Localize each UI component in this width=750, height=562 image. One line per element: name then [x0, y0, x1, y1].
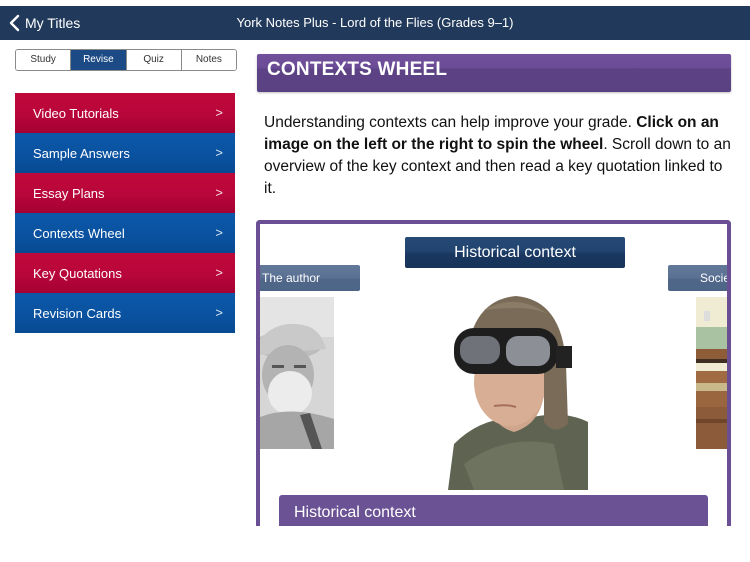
menu-item-contexts-wheel[interactable]: Contexts Wheel > — [15, 213, 235, 253]
menu-item-label: Key Quotations — [33, 265, 122, 281]
chevron-right-icon: > — [215, 265, 223, 280]
menu-item-label: Essay Plans — [33, 185, 105, 201]
society-context-image[interactable] — [696, 297, 727, 449]
section-segmented-control: Study Revise Quiz Notes — [15, 49, 237, 71]
section-heading: CONTEXTS WHEEL — [267, 59, 448, 80]
classroom-illustration — [696, 297, 727, 449]
menu-item-label: Revision Cards — [33, 305, 122, 321]
tab-quiz[interactable]: Quiz — [126, 50, 182, 70]
navigation-bar: My Titles York Notes Plus - Lord of the … — [0, 6, 750, 40]
author-portrait-image[interactable] — [260, 297, 334, 449]
chevron-right-icon: > — [215, 145, 223, 160]
menu-item-key-quotations[interactable]: Key Quotations > — [15, 253, 235, 293]
contexts-wheel: Historical context The author Society — [256, 220, 731, 526]
menu-item-label: Video Tutorials — [33, 105, 119, 121]
chevron-right-icon: > — [215, 305, 223, 320]
society-context-tab[interactable]: Society — [668, 265, 727, 291]
author-context-tab[interactable]: The author — [260, 265, 360, 291]
historical-context-image[interactable] — [444, 294, 588, 490]
menu-item-revision-cards[interactable]: Revision Cards > — [15, 293, 235, 333]
menu-item-label: Contexts Wheel — [33, 225, 125, 241]
section-header: CONTEXTS WHEEL — [257, 54, 731, 92]
chevron-right-icon: > — [215, 185, 223, 200]
intro-text: Understanding contexts can help improve … — [264, 112, 734, 200]
menu-item-essay-plans[interactable]: Essay Plans > — [15, 173, 235, 213]
context-overview-banner: Historical context — [279, 495, 708, 526]
tab-notes[interactable]: Notes — [181, 50, 236, 70]
chevron-right-icon: > — [215, 225, 223, 240]
menu-item-label: Sample Answers — [33, 145, 130, 161]
tab-study[interactable]: Study — [16, 50, 72, 70]
chevron-right-icon: > — [215, 105, 223, 120]
page-title: York Notes Plus - Lord of the Flies (Gra… — [236, 15, 514, 30]
tab-revise[interactable]: Revise — [71, 50, 127, 70]
pilot-with-goggles-illustration — [444, 294, 588, 490]
revise-menu: Video Tutorials > Sample Answers > Essay… — [15, 93, 235, 333]
intro-text-part1: Understanding contexts can help improve … — [264, 114, 637, 131]
menu-item-sample-answers[interactable]: Sample Answers > — [15, 133, 235, 173]
current-context-title: Historical context — [405, 237, 625, 268]
author-portrait-illustration — [260, 297, 334, 449]
menu-item-video-tutorials[interactable]: Video Tutorials > — [15, 93, 235, 133]
